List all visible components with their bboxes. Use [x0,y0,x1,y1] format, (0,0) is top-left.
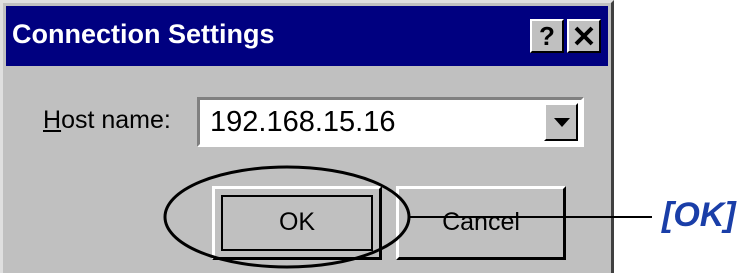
ok-button[interactable]: OK [212,186,382,260]
host-name-label-text: ost name: [61,106,171,134]
host-name-combobox[interactable]: 192.168.15.16 [197,97,584,147]
dialog-title: Connection Settings [12,19,275,49]
connection-settings-dialog: Connection Settings ? Host name: 192.168… [0,0,614,273]
cancel-button-label: Cancel [442,208,520,236]
screenshot-stage: Connection Settings ? Host name: 192.168… [0,0,754,273]
close-icon [574,26,594,46]
title-bar[interactable]: Connection Settings ? [6,6,608,66]
host-name-label: Host name: [43,106,171,135]
chevron-down-icon [554,118,570,127]
host-name-value[interactable]: 192.168.15.16 [210,106,395,139]
help-button[interactable]: ? [530,19,564,53]
cancel-button[interactable]: Cancel [396,186,566,260]
host-name-mnemonic: H [43,106,62,134]
ok-callout-label: [OK] [662,196,736,234]
close-button[interactable] [567,19,601,53]
host-name-dropdown-button[interactable] [544,103,578,141]
ok-button-label: OK [278,208,316,236]
